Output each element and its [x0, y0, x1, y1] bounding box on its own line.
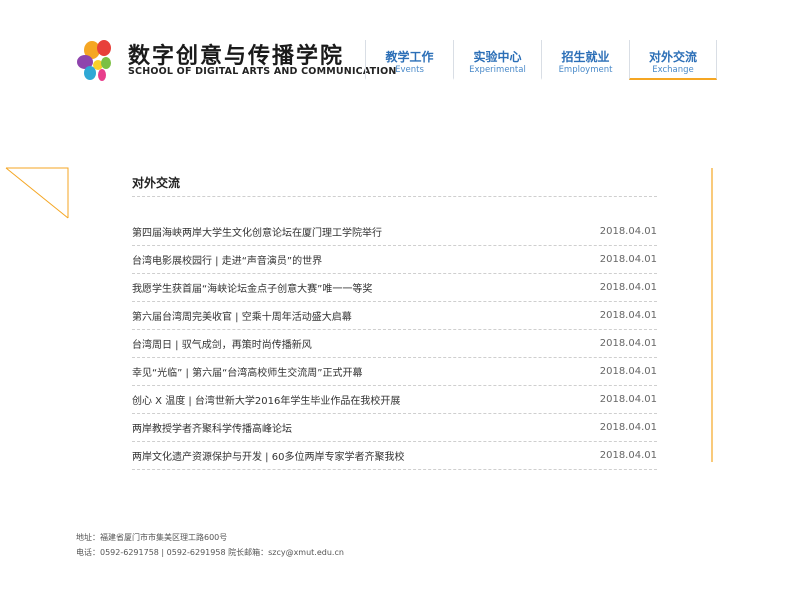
school-name-en: SCHOOL OF DIGITAL ARTS AND COMMUNICATION [128, 66, 397, 77]
news-item[interactable]: 两岸文化遗产资源保护与开发 | 60多位两岸专家学者齐聚我校 2018.04.0… [132, 442, 657, 470]
site-header: 数字创意与传播学院 SCHOOL OF DIGITAL ARTS AND COM… [0, 0, 800, 90]
nav-item-events[interactable]: 教学工作 Events [365, 40, 453, 80]
news-title[interactable]: 两岸文化遗产资源保护与开发 | 60多位两岸专家学者齐聚我校 [132, 448, 404, 463]
logo-petals-icon [77, 40, 111, 81]
news-date: 2018.04.01 [599, 254, 657, 265]
nav-item-employment[interactable]: 招生就业 Employment [541, 40, 629, 80]
news-item[interactable]: 两岸教授学者齐聚科学传播高峰论坛 2018.04.01 [132, 414, 657, 442]
nav-item-label-cn: 实验中心 [473, 50, 522, 64]
nav-item-label-cn: 招生就业 [561, 50, 610, 64]
nav-item-experimental[interactable]: 实验中心 Experimental [453, 40, 541, 80]
nav-item-exchange[interactable]: 对外交流 Exchange [629, 40, 717, 80]
main-nav: 教学工作 Events 实验中心 Experimental 招生就业 Emplo… [365, 40, 717, 82]
news-item[interactable]: 幸见“光临” | 第六届“台湾高校师生交流周”正式开幕 2018.04.01 [132, 358, 657, 386]
news-item[interactable]: 我愿学生获首届“海峡论坛金点子创意大赛”唯一一等奖 2018.04.01 [132, 274, 657, 302]
nav-item-label-cn: 教学工作 [385, 50, 434, 64]
section-title: 对外交流 [132, 170, 657, 197]
news-item[interactable]: 台湾电影展校园行 | 走进“声音演员”的世界 2018.04.01 [132, 246, 657, 274]
news-title[interactable]: 台湾周日 | 驭气成剑，再策时尚传播新风 [132, 336, 312, 351]
news-item[interactable]: 第四届海峡两岸大学生文化创意论坛在厦门理工学院举行 2018.04.01 [132, 218, 657, 246]
news-date: 2018.04.01 [599, 450, 657, 461]
nav-item-label-en: Experimental [469, 65, 526, 75]
nav-item-label-en: Exchange [652, 65, 694, 75]
news-title[interactable]: 幸见“光临” | 第六届“台湾高校师生交流周”正式开幕 [132, 364, 362, 379]
news-date: 2018.04.01 [599, 310, 657, 321]
news-list: 第四届海峡两岸大学生文化创意论坛在厦门理工学院举行 2018.04.01 台湾电… [132, 218, 657, 470]
news-date: 2018.04.01 [599, 394, 657, 405]
footer-contact: 电话：0592-6291758 | 0592-6291958 院长邮箱：szcy… [76, 548, 344, 557]
news-date: 2018.04.01 [599, 366, 657, 377]
news-title[interactable]: 两岸教授学者齐聚科学传播高峰论坛 [132, 420, 292, 435]
footer-address: 地址：福建省厦门市市集美区理工路600号 [76, 533, 228, 542]
news-item[interactable]: 台湾周日 | 驭气成剑，再策时尚传播新风 2018.04.01 [132, 330, 657, 358]
news-date: 2018.04.01 [599, 338, 657, 349]
news-title[interactable]: 第四届海峡两岸大学生文化创意论坛在厦门理工学院举行 [132, 224, 382, 239]
news-date: 2018.04.01 [599, 282, 657, 293]
nav-item-label-en: Employment [558, 65, 613, 75]
news-section: 对外交流 第四届海峡两岸大学生文化创意论坛在厦门理工学院举行 2018.04.0… [132, 170, 657, 470]
news-title[interactable]: 创心 X 温度 | 台湾世新大学2016年学生毕业作品在我校开展 [132, 392, 400, 407]
news-item[interactable]: 创心 X 温度 | 台湾世新大学2016年学生毕业作品在我校开展 2018.04… [132, 386, 657, 414]
news-date: 2018.04.01 [599, 226, 657, 237]
news-item[interactable]: 第六届台湾周完美收官 | 空乘十周年活动盛大启幕 2018.04.01 [132, 302, 657, 330]
news-date: 2018.04.01 [599, 422, 657, 433]
nav-item-label-cn: 对外交流 [648, 50, 697, 64]
site-footer: 地址：福建省厦门市市集美区理工路600号 电话：0592-6291758 | 0… [76, 530, 344, 560]
news-title[interactable]: 第六届台湾周完美收官 | 空乘十周年活动盛大启幕 [132, 308, 352, 323]
news-title[interactable]: 我愿学生获首届“海峡论坛金点子创意大赛”唯一一等奖 [132, 280, 372, 295]
news-title[interactable]: 台湾电影展校园行 | 走进“声音演员”的世界 [132, 252, 322, 267]
nav-item-label-en: Events [395, 65, 424, 75]
